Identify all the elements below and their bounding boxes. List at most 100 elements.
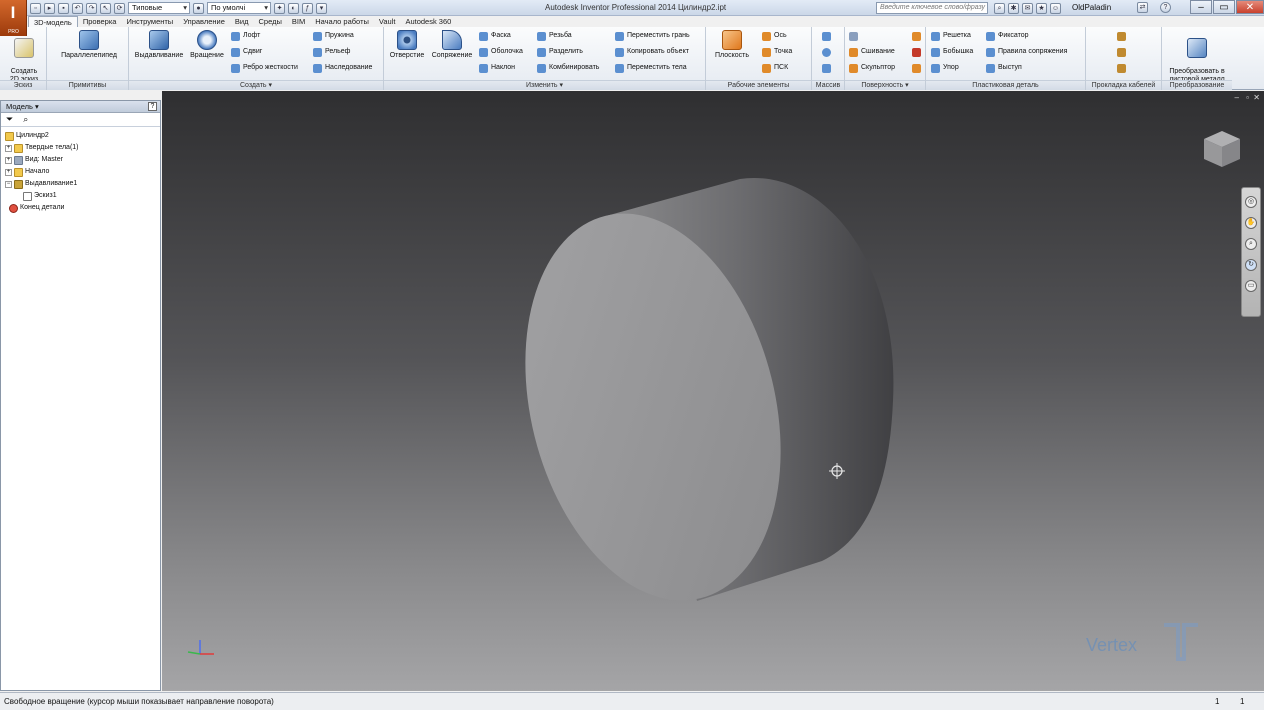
boss-button[interactable]: Бобышка <box>931 46 973 58</box>
viewport-minimize-icon[interactable]: – <box>1235 93 1239 102</box>
tab-bim[interactable]: BIM <box>287 16 310 27</box>
hole-button[interactable]: Отверстие <box>386 30 428 60</box>
open-icon[interactable]: ▸ <box>44 2 55 14</box>
clear-override-icon[interactable]: ✦ <box>274 2 285 14</box>
move-face-button[interactable]: Переместить грань <box>615 30 690 42</box>
filter-icon[interactable]: ⏷ <box>6 114 13 125</box>
circ-pattern-button[interactable] <box>822 46 831 58</box>
viewcube[interactable] <box>1198 125 1242 169</box>
update-icon[interactable]: ⟳ <box>114 2 125 14</box>
exchange-icon[interactable]: ⇄ <box>1137 2 1148 13</box>
shell-button[interactable]: Оболочка <box>479 46 523 58</box>
combine-button[interactable]: Комбинировать <box>537 62 599 74</box>
new-icon[interactable]: ▫ <box>30 2 41 14</box>
extend-button[interactable] <box>912 62 921 74</box>
appearance-dropdown[interactable]: По умолчі <box>207 2 271 14</box>
lip-button[interactable]: Выступ <box>986 62 1022 74</box>
user-icon[interactable]: ☺ <box>1050 2 1061 14</box>
tree-node-end-of-part[interactable]: Конец детали <box>9 203 64 213</box>
emboss-button[interactable]: Рельеф <box>313 46 350 58</box>
plane-button[interactable]: Плоскость <box>709 30 755 60</box>
point-button[interactable]: Точка <box>762 46 792 58</box>
expand-icon[interactable]: + <box>5 144 12 152</box>
sweep-button[interactable]: Сдвиг <box>231 46 262 58</box>
fx-icon[interactable]: ƒ <box>302 2 313 14</box>
tab-inspect[interactable]: Проверка <box>78 16 122 27</box>
communication-icon[interactable]: ✉ <box>1022 2 1033 14</box>
thicken-button[interactable] <box>849 30 858 42</box>
ucs-button[interactable]: ПСК <box>762 62 788 74</box>
favorites-icon[interactable]: ★ <box>1036 2 1047 14</box>
adjust-icon[interactable]: ◐ <box>288 2 299 14</box>
expand-icon[interactable]: + <box>5 168 12 176</box>
chamfer-button[interactable]: Фаска <box>479 30 511 42</box>
copy-object-button[interactable]: Копировать объект <box>615 46 689 58</box>
thread-button[interactable]: Резьба <box>537 30 572 42</box>
tab-tools[interactable]: Инструменты <box>121 16 178 27</box>
look-at-icon[interactable]: ▭ <box>1245 280 1257 292</box>
redo-icon[interactable]: ↷ <box>86 2 97 14</box>
tab-3d-model[interactable]: 3D-модель <box>28 16 78 27</box>
collapse-icon[interactable]: − <box>5 180 12 188</box>
tab-environments[interactable]: Среды <box>253 16 286 27</box>
help-search-input[interactable]: Введите ключевое слово/фразу <box>876 2 988 14</box>
maximize-button[interactable]: ▭ <box>1213 0 1235 14</box>
rib-button[interactable]: Ребро жесткости <box>231 62 298 74</box>
steering-wheel-icon[interactable]: ◎ <box>1245 196 1257 208</box>
tab-autodesk-360[interactable]: Autodesk 360 <box>400 16 456 27</box>
zoom-icon[interactable]: ⌕ <box>1245 238 1257 250</box>
sculpt-button[interactable]: Скульптор <box>849 62 895 74</box>
mirror-button[interactable] <box>822 62 831 74</box>
subscription-icon[interactable]: ✱ <box>1008 2 1019 14</box>
tab-vault[interactable]: Vault <box>374 16 401 27</box>
help-icon[interactable]: ? <box>1160 2 1171 13</box>
viewport-close-icon[interactable]: ✕ <box>1253 93 1260 102</box>
undo-icon[interactable]: ↶ <box>72 2 83 14</box>
tab-view[interactable]: Вид <box>230 16 254 27</box>
tree-node-sketch1[interactable]: Эскиз1 <box>23 191 57 201</box>
material-dropdown[interactable]: Типовые <box>128 2 190 14</box>
customize-icon[interactable]: ▾ <box>316 2 327 14</box>
tree-node-extrusion1[interactable]: − Выдавливание1 <box>5 179 77 189</box>
fillet-button[interactable]: Сопряжение <box>428 30 476 60</box>
derive-button[interactable]: Наследование <box>313 62 372 74</box>
create-2d-sketch-button[interactable]: Создать 2D эскиз <box>4 30 44 84</box>
rect-pattern-button[interactable] <box>822 30 831 42</box>
minimize-button[interactable]: – <box>1190 0 1212 14</box>
tree-node-view-master[interactable]: + Вид: Master <box>5 155 63 165</box>
browser-title[interactable]: Модель ▾ <box>6 102 39 111</box>
split-button[interactable]: Разделить <box>537 46 583 58</box>
tab-manage[interactable]: Управление <box>178 16 230 27</box>
loft-button[interactable]: Лофт <box>231 30 260 42</box>
patch-button[interactable] <box>912 30 921 42</box>
expand-icon[interactable]: + <box>5 156 12 164</box>
coil-button[interactable]: Пружина <box>313 30 354 42</box>
search-icon[interactable]: ⌕ <box>994 2 1005 14</box>
rule-fillet-button[interactable]: Правила сопряжения <box>986 46 1067 58</box>
harness-tool-2-button[interactable] <box>1117 46 1126 58</box>
pan-icon[interactable]: ✋ <box>1245 217 1257 229</box>
grill-button[interactable]: Решетка <box>931 30 971 42</box>
tree-node-part[interactable]: Цилиндр2 <box>5 131 49 141</box>
find-icon[interactable]: ⌕ <box>23 114 28 125</box>
harness-tool-3-button[interactable] <box>1117 62 1126 74</box>
tab-get-started[interactable]: Начало работы <box>310 16 374 27</box>
viewport-restore-icon[interactable]: ▫ <box>1246 93 1249 102</box>
browser-help-icon[interactable]: ? <box>148 102 157 111</box>
user-name[interactable]: OldPaladin <box>1072 3 1111 12</box>
select-icon[interactable]: ↖ <box>100 2 111 14</box>
extrude-button[interactable]: Выдавливание <box>131 30 187 60</box>
save-icon[interactable]: ▪ <box>58 2 69 14</box>
convert-to-sheet-metal-button[interactable]: Преобразовать в листовой металл <box>1162 30 1232 84</box>
graphics-viewport[interactable]: – ▫ ✕ ◎ ✋ ⌕ ↻ ▭ Vertex <box>162 91 1264 691</box>
tree-node-solid-bodies[interactable]: + Твердые тела(1) <box>5 143 79 153</box>
snap-fit-button[interactable]: Фиксатор <box>986 30 1029 42</box>
draft-button[interactable]: Наклон <box>479 62 515 74</box>
trim-button[interactable] <box>912 46 921 58</box>
harness-tool-1-button[interactable] <box>1117 30 1126 42</box>
tree-node-origin[interactable]: + Начало <box>5 167 49 177</box>
box-button[interactable]: Параллелепипед <box>55 30 123 60</box>
orbit-icon[interactable]: ↻ <box>1245 259 1257 271</box>
move-bodies-button[interactable]: Переместить тела <box>615 62 687 74</box>
stitch-button[interactable]: Сшивание <box>849 46 895 58</box>
